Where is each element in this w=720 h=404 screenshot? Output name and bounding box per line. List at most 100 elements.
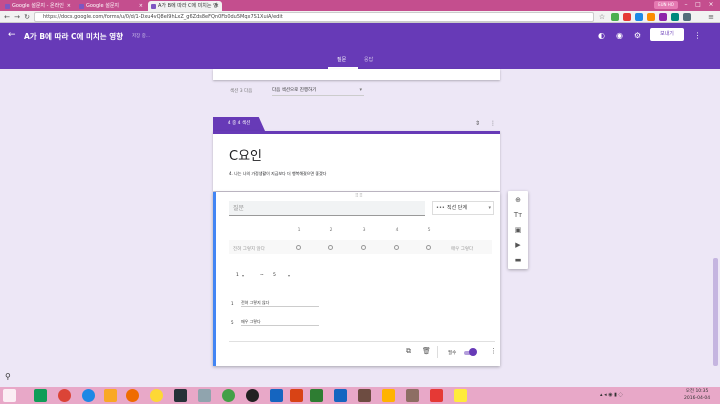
dropdown-caret-icon: ▾ bbox=[488, 205, 491, 211]
printer-icon[interactable] bbox=[198, 389, 211, 402]
delete-trash-icon[interactable]: 🗑 bbox=[422, 347, 431, 356]
section-header-card[interactable]: C요인 4. 나는 나의 가정생활이 지금보다 더 행복해졌으면 좋겠다 bbox=[213, 131, 500, 191]
user-badge[interactable]: EUN HO bbox=[654, 1, 678, 9]
forms-favicon bbox=[79, 4, 84, 9]
tab-responses[interactable]: 응답 bbox=[364, 56, 373, 63]
folder-icon[interactable] bbox=[104, 389, 117, 402]
scale-radio bbox=[361, 245, 366, 250]
extension-icon[interactable] bbox=[635, 13, 643, 21]
label-row-number: 5 bbox=[231, 320, 234, 325]
extension-icon[interactable] bbox=[683, 13, 691, 21]
max-label-input[interactable]: 매우 그렇다 bbox=[241, 319, 319, 326]
monitor-icon[interactable] bbox=[174, 389, 187, 402]
close-tab-icon[interactable]: × bbox=[67, 1, 71, 11]
scale-radio bbox=[296, 245, 301, 250]
ie-icon[interactable] bbox=[82, 389, 95, 402]
maximize-icon[interactable]: □ bbox=[692, 0, 704, 9]
scrollbar-thumb[interactable] bbox=[713, 258, 718, 366]
question-more-icon[interactable]: ⋮ bbox=[489, 347, 498, 356]
star-app-icon[interactable] bbox=[382, 389, 395, 402]
scale-min-label-preview: 전혀 그렇지 않다 bbox=[233, 247, 265, 252]
minimize-icon[interactable]: – bbox=[680, 0, 692, 9]
close-tab-icon[interactable]: × bbox=[215, 1, 219, 11]
extension-icon[interactable] bbox=[671, 13, 679, 21]
browser-tab-label: A가 B에 따라 C에 미치는 영 bbox=[158, 3, 218, 9]
reload-icon[interactable]: ↻ bbox=[22, 12, 32, 22]
range-to-select[interactable]: 5 bbox=[273, 273, 276, 278]
browser-tab-1[interactable]: Google 설문지 - 온라인 × bbox=[2, 1, 74, 11]
chrome-icon[interactable] bbox=[58, 389, 71, 402]
camera-icon[interactable] bbox=[246, 389, 259, 402]
range-from-select[interactable]: 1 bbox=[236, 273, 239, 278]
drag-handle-icon[interactable]: ⠿⠿ bbox=[355, 193, 363, 199]
linear-scale-icon: ••• bbox=[436, 205, 445, 211]
scale-radio bbox=[328, 245, 333, 250]
excel-icon[interactable] bbox=[310, 389, 323, 402]
messenger-icon[interactable] bbox=[150, 389, 163, 402]
powerpoint-icon[interactable] bbox=[290, 389, 303, 402]
kakaotalk-icon[interactable] bbox=[454, 389, 467, 402]
add-section-icon[interactable]: ▬ bbox=[512, 254, 524, 266]
scale-number: 5 bbox=[427, 228, 431, 233]
app-icon[interactable] bbox=[222, 389, 235, 402]
app-icon[interactable] bbox=[406, 389, 419, 402]
send-button[interactable]: 보내기 bbox=[650, 28, 684, 41]
question-type-select[interactable]: ••• 직선 단계 ▾ bbox=[432, 201, 494, 215]
required-label: 필수 bbox=[448, 351, 457, 356]
more-vert-icon[interactable]: ⋮ bbox=[693, 31, 702, 40]
form-tabs: 질문 응답 bbox=[0, 54, 720, 69]
browser-menu-icon[interactable]: ≡ bbox=[706, 12, 716, 22]
question-title-input[interactable]: 질문 bbox=[229, 201, 425, 216]
after-section-select[interactable]: 다음 섹션으로 진행하기 ▾ bbox=[272, 86, 364, 96]
start-button[interactable] bbox=[3, 389, 16, 402]
taskbar-clock[interactable]: 오전 10:35 2016-04-04 bbox=[684, 388, 710, 402]
outlook-icon[interactable] bbox=[270, 389, 283, 402]
tab-questions[interactable]: 질문 bbox=[337, 56, 346, 63]
section-more-icon[interactable]: ⋮ bbox=[490, 120, 496, 127]
preview-eye-icon[interactable]: ◉ bbox=[615, 31, 624, 40]
drive-icon[interactable] bbox=[34, 389, 47, 402]
add-video-icon[interactable]: ▶ bbox=[512, 239, 524, 251]
app-icon[interactable] bbox=[430, 389, 443, 402]
close-tab-icon[interactable]: × bbox=[139, 1, 143, 11]
question-type-label: 직선 단계 bbox=[447, 205, 467, 211]
close-window-icon[interactable]: × bbox=[705, 0, 717, 9]
form-title[interactable]: A가 B에 따라 C에 미치는 영향 bbox=[24, 31, 123, 42]
notes-icon[interactable] bbox=[358, 389, 371, 402]
busy-cursor-icon: ⚲ bbox=[5, 372, 11, 381]
duplicate-icon[interactable]: ⧉ bbox=[404, 347, 413, 356]
media-player-icon[interactable] bbox=[126, 389, 139, 402]
section-description[interactable]: 4. 나는 나의 가정생활이 지금보다 더 행복해졌으면 좋겠다 bbox=[229, 171, 326, 177]
collapse-section-icon[interactable]: ⇕ bbox=[475, 120, 480, 127]
extension-icon[interactable] bbox=[659, 13, 667, 21]
add-title-icon[interactable]: Tт bbox=[512, 209, 524, 221]
system-tray[interactable]: ▴ ◂ ◉ ▮ ◌ bbox=[600, 392, 623, 398]
required-toggle-knob[interactable] bbox=[469, 348, 477, 356]
add-question-icon[interactable]: ⊕ bbox=[512, 194, 524, 206]
min-label-input[interactable]: 전혀 그렇지 않다 bbox=[241, 300, 319, 307]
forward-icon[interactable]: → bbox=[12, 12, 22, 22]
save-status: 저장 중... bbox=[132, 34, 151, 39]
extension-icon[interactable] bbox=[611, 13, 619, 21]
footer-vertical-divider bbox=[437, 346, 438, 358]
extension-icon[interactable] bbox=[623, 13, 631, 21]
clock-time: 오전 10:35 bbox=[685, 389, 709, 394]
add-image-icon[interactable]: ▣ bbox=[512, 224, 524, 236]
browser-tab-3-active[interactable]: A가 B에 따라 C에 미치는 영 × bbox=[148, 1, 222, 11]
browser-tab-2[interactable]: Google 설문지 × bbox=[76, 1, 146, 11]
url-input[interactable]: https://docs.google.com/forms/u/0/d/1-Dx… bbox=[34, 12, 594, 22]
previous-section-card bbox=[213, 69, 500, 80]
question-card[interactable]: ⠿⠿ 질문 ••• 직선 단계 ▾ 1 2 3 4 5 전혀 그렇지 않다 매우… bbox=[213, 192, 500, 366]
bookmark-star-icon[interactable]: ☆ bbox=[597, 12, 607, 22]
back-arrow-icon[interactable]: ← bbox=[8, 30, 16, 40]
back-icon[interactable]: ← bbox=[2, 12, 12, 22]
palette-icon[interactable]: ◐ bbox=[597, 31, 606, 40]
forms-favicon bbox=[5, 4, 10, 9]
settings-gear-icon[interactable]: ⚙ bbox=[633, 31, 642, 40]
word-icon[interactable] bbox=[334, 389, 347, 402]
section-title[interactable]: C요인 bbox=[229, 145, 262, 164]
side-toolbar: ⊕ Tт ▣ ▶ ▬ bbox=[508, 191, 528, 269]
extension-icon[interactable] bbox=[647, 13, 655, 21]
section-counter-tab: 4 중 4 섹션 bbox=[213, 117, 265, 131]
scale-number: 3 bbox=[362, 228, 366, 233]
